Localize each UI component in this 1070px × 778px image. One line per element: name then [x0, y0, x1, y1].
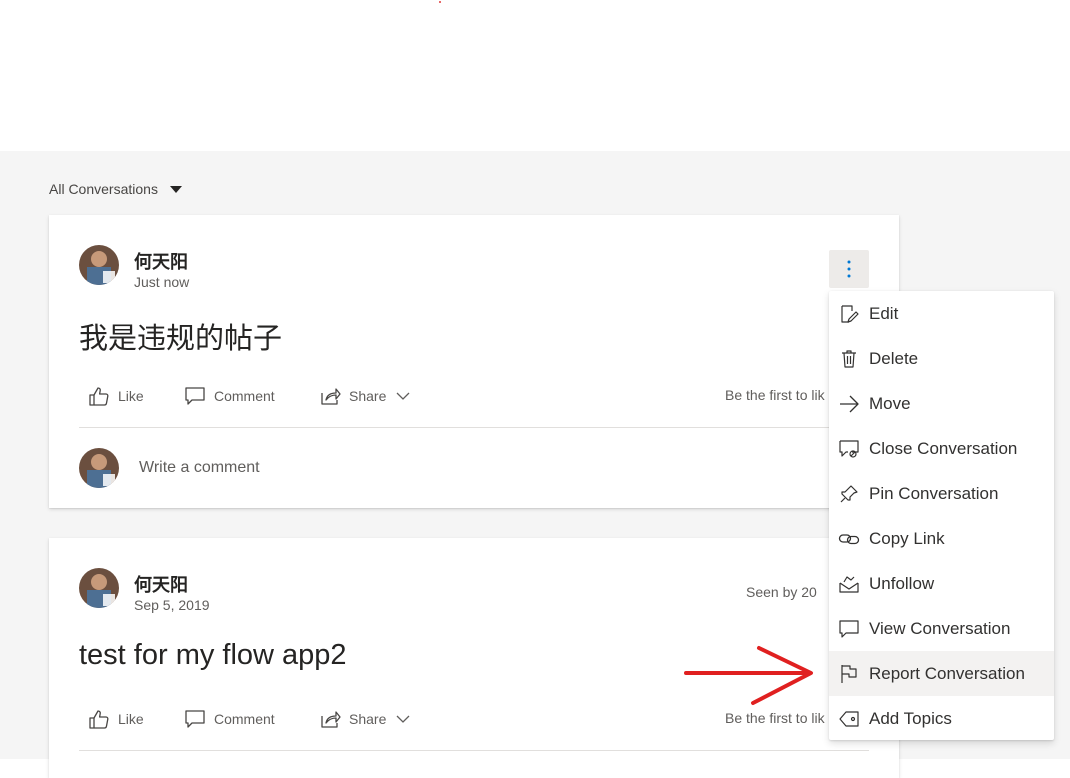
top-blank-area	[0, 0, 1070, 151]
menu-item-pin-conversation[interactable]: Pin Conversation	[829, 471, 1054, 516]
view-conversation-icon	[837, 617, 861, 641]
more-vertical-icon	[847, 260, 851, 278]
pin-icon	[837, 482, 861, 506]
share-label: Share	[349, 711, 387, 727]
menu-item-label: Delete	[869, 348, 919, 368]
trash-icon	[837, 347, 861, 371]
like-status-text: Be the first to lik	[725, 387, 825, 403]
caret-down-icon	[169, 185, 182, 193]
menu-item-label: Pin Conversation	[869, 483, 999, 503]
menu-item-delete[interactable]: Delete	[829, 336, 1054, 381]
comment-label: Comment	[214, 388, 275, 404]
like-label: Like	[118, 388, 144, 404]
like-label: Like	[118, 711, 144, 727]
link-icon	[837, 527, 861, 551]
share-icon	[318, 384, 342, 408]
post-timestamp[interactable]: Sep 5, 2019	[134, 597, 210, 613]
menu-item-label: Copy Link	[869, 528, 945, 548]
menu-item-view-conversation[interactable]: View Conversation	[829, 606, 1054, 651]
post-timestamp[interactable]: Just now	[134, 274, 189, 290]
more-options-button[interactable]	[829, 250, 869, 288]
edit-icon	[837, 302, 861, 326]
conversation-options-menu: Edit Delete Move Close Conversation Pin …	[829, 291, 1054, 740]
share-button[interactable]: Share	[318, 384, 410, 408]
comment-button[interactable]: Comment	[183, 707, 275, 731]
annotation-arrow-icon	[684, 646, 813, 705]
share-label: Share	[349, 388, 387, 404]
conversation-filter-dropdown[interactable]: All Conversations	[49, 181, 182, 197]
comment-label: Comment	[214, 711, 275, 727]
seen-by-count[interactable]: Seen by 20	[746, 584, 817, 600]
menu-item-edit[interactable]: Edit	[829, 291, 1054, 336]
comment-icon	[183, 384, 207, 408]
like-button[interactable]: Like	[87, 707, 144, 731]
thumbs-up-icon	[87, 384, 111, 408]
flag-icon	[837, 662, 861, 686]
menu-item-copy-link[interactable]: Copy Link	[829, 516, 1054, 561]
thumbs-up-icon	[87, 707, 111, 731]
menu-item-unfollow[interactable]: Unfollow	[829, 561, 1054, 606]
comment-placeholder: Write a comment	[139, 459, 260, 476]
menu-item-label: Add Topics	[869, 708, 952, 728]
menu-item-label: Unfollow	[869, 573, 935, 593]
chevron-down-icon	[396, 714, 410, 724]
menu-item-report-conversation[interactable]: Report Conversation	[829, 651, 1054, 696]
share-icon	[318, 707, 342, 731]
stray-dot	[439, 1, 441, 3]
post-content: test for my flow app2	[79, 639, 347, 671]
close-conversation-icon	[837, 437, 861, 461]
post-actions: Like Comment Share Be the first to lik	[87, 707, 877, 731]
comment-icon	[183, 707, 207, 731]
menu-item-label: View Conversation	[869, 618, 1011, 638]
author-avatar[interactable]	[79, 245, 119, 285]
menu-item-label: Close Conversation	[869, 438, 1018, 458]
menu-item-label: Report Conversation	[869, 663, 1025, 683]
share-button[interactable]: Share	[318, 707, 410, 731]
post-content: 我是违规的帖子	[79, 323, 283, 355]
author-name[interactable]: 何天阳	[134, 571, 188, 597]
menu-item-label: Move	[869, 393, 911, 413]
menu-item-move[interactable]: Move	[829, 381, 1054, 426]
unfollow-icon	[837, 572, 861, 596]
conversation-card: 何天阳 Just now 我是违规的帖子 Like Comment Share	[49, 215, 899, 508]
author-name[interactable]: 何天阳	[134, 248, 188, 274]
menu-item-close-conversation[interactable]: Close Conversation	[829, 426, 1054, 471]
post-actions: Like Comment Share Be the first to lik	[87, 384, 877, 408]
divider	[79, 750, 869, 751]
divider	[79, 427, 869, 428]
current-user-avatar	[79, 448, 119, 488]
like-button[interactable]: Like	[87, 384, 144, 408]
tag-icon	[837, 707, 861, 731]
menu-item-label: Edit	[869, 303, 899, 323]
chevron-down-icon	[396, 391, 410, 401]
filter-label: All Conversations	[49, 181, 158, 197]
author-avatar[interactable]	[79, 568, 119, 608]
arrow-right-icon	[837, 392, 861, 416]
like-status-text: Be the first to lik	[725, 710, 825, 726]
comment-button[interactable]: Comment	[183, 384, 275, 408]
menu-item-add-topics[interactable]: Add Topics	[829, 696, 1054, 740]
comment-input[interactable]: Write a comment	[79, 448, 779, 488]
